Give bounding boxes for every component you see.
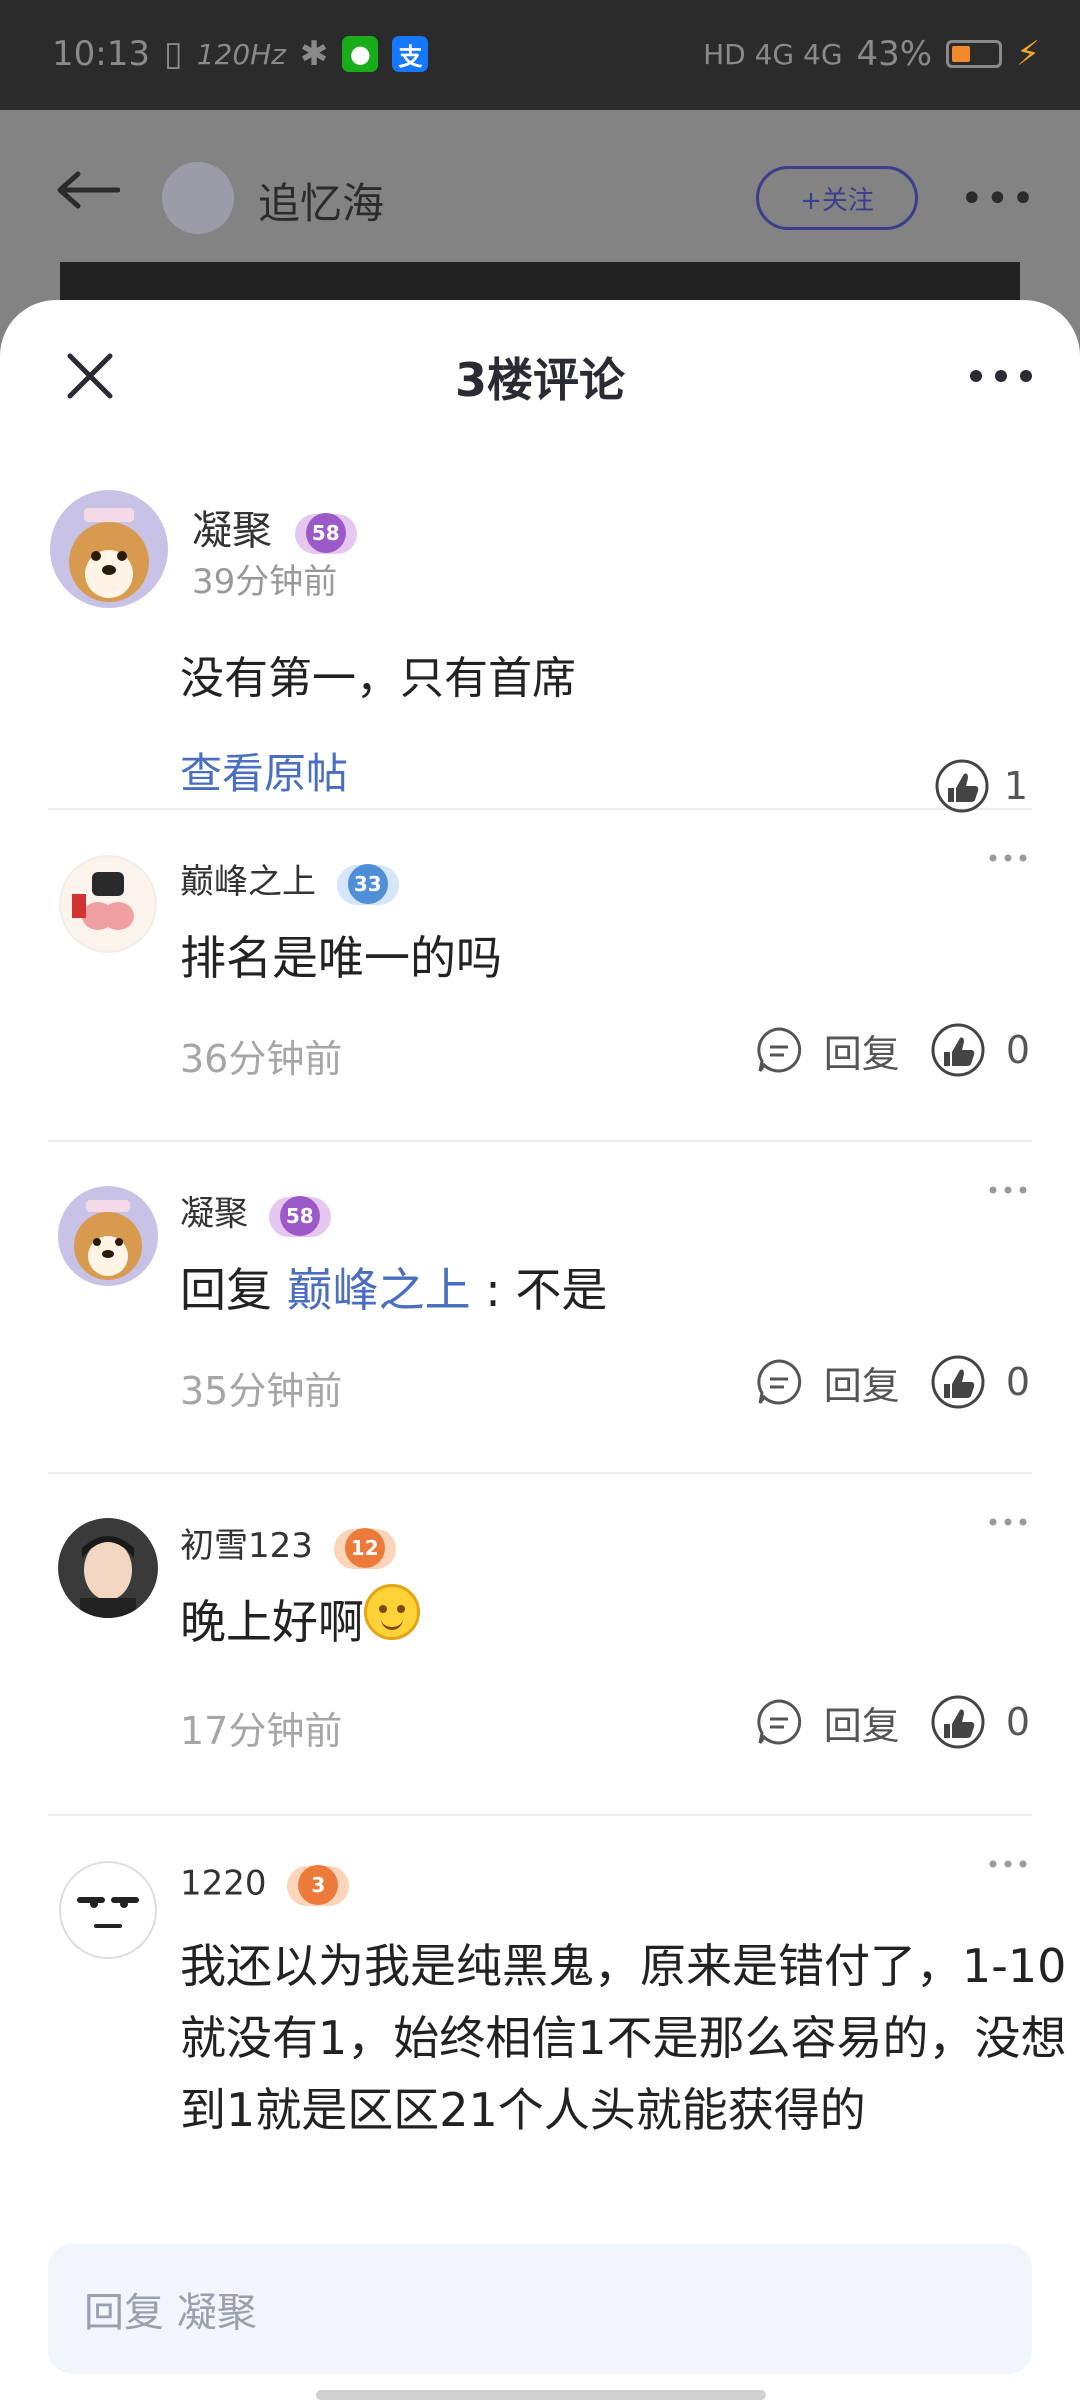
author-avatar[interactable] bbox=[162, 162, 234, 234]
sheet-title: 3楼评论 bbox=[454, 353, 625, 407]
comments-sheet: 3楼评论 凝聚 58 39分钟前 没有第一，只有首席 查看原帖 1 巅峰之上 3… bbox=[0, 300, 1080, 2400]
avatar[interactable] bbox=[58, 1186, 158, 1286]
comment-icon bbox=[757, 1699, 801, 1745]
home-indicator bbox=[316, 2390, 766, 2400]
follow-button[interactable]: +关注 bbox=[756, 166, 918, 230]
comment-text: 没有第一，只有首席 bbox=[180, 653, 576, 704]
reply-time: 17分钟前 bbox=[180, 1709, 343, 1753]
alipay-icon: 支 bbox=[392, 36, 429, 72]
battery-icon bbox=[946, 40, 1003, 68]
refresh-rate: 120Hz bbox=[196, 37, 286, 71]
reply-item: 1220 3 我还以为我是纯黑鬼，原来是错付了，1-10就没有1，始终相信1不是… bbox=[48, 1816, 1067, 2236]
charging-icon: ⚡ bbox=[1016, 34, 1040, 74]
reply-item: 初雪123 12 晚上好啊 17分钟前 回复 0 bbox=[48, 1474, 1032, 1816]
reply-text: 排名是唯一的吗 bbox=[180, 931, 502, 985]
more-icon[interactable]: ••• bbox=[960, 176, 1037, 222]
avatar[interactable] bbox=[58, 1860, 158, 1960]
reply-button[interactable]: 回复 bbox=[754, 1023, 900, 1078]
reply-time: 36分钟前 bbox=[180, 1037, 343, 1081]
smile-emoji-icon bbox=[364, 1583, 420, 1640]
level-badge: 58 bbox=[268, 1191, 331, 1241]
level-badge: 58 bbox=[294, 508, 357, 558]
bluetooth-icon: ✱ bbox=[299, 34, 329, 74]
level-badge: 3 bbox=[287, 1860, 350, 1910]
like-count: 0 bbox=[1005, 1700, 1030, 1744]
level-badge: 12 bbox=[333, 1523, 396, 1573]
like-count: 0 bbox=[1005, 1360, 1030, 1404]
level-badge: 33 bbox=[336, 859, 399, 909]
reply-text: 回复 巅峰之上 : 不是 bbox=[180, 1263, 608, 1317]
reply-input[interactable]: 回复 凝聚 bbox=[48, 2244, 1032, 2374]
like-button[interactable]: 0 bbox=[930, 1694, 1030, 1750]
reply-time: 35分钟前 bbox=[180, 1369, 343, 1413]
mention-link[interactable]: 巅峰之上 bbox=[287, 1263, 471, 1317]
like-count: 1 bbox=[1003, 764, 1028, 808]
comment-icon bbox=[757, 1027, 801, 1073]
thumbs-up-icon bbox=[931, 1695, 985, 1749]
network-indicator: HD 4G 4G bbox=[703, 37, 843, 71]
thumbs-up-icon bbox=[931, 1355, 985, 1409]
wechat-icon: ● bbox=[342, 36, 379, 72]
reply-author[interactable]: 巅峰之上 33 bbox=[180, 854, 399, 909]
more-icon[interactable] bbox=[966, 356, 1036, 396]
battery-percent: 43% bbox=[856, 34, 933, 74]
reply-item: 巅峰之上 33 排名是唯一的吗 36分钟前 回复 0 bbox=[48, 810, 1032, 1142]
reply-author[interactable]: 初雪123 12 bbox=[180, 1518, 396, 1573]
reply-text: 晚上好啊 bbox=[180, 1583, 1080, 1656]
more-icon[interactable] bbox=[988, 1180, 1028, 1200]
avatar[interactable] bbox=[58, 1518, 158, 1618]
back-arrow-icon[interactable] bbox=[56, 170, 120, 210]
reply-button[interactable]: 回复 bbox=[754, 1355, 900, 1410]
comment-author[interactable]: 凝聚 58 bbox=[192, 498, 357, 558]
avatar[interactable] bbox=[58, 854, 158, 954]
author-name[interactable]: 追忆海 bbox=[258, 170, 384, 231]
floor-comment: 凝聚 58 39分钟前 没有第一，只有首席 查看原帖 1 bbox=[48, 450, 1032, 813]
reply-author[interactable]: 1220 3 bbox=[180, 1860, 350, 1910]
avatar[interactable] bbox=[50, 490, 168, 608]
thumbs-up-icon bbox=[931, 1023, 985, 1077]
reply-item: 凝聚 58 回复 巅峰之上 : 不是 35分钟前 回复 0 bbox=[48, 1142, 1032, 1474]
like-button[interactable]: 0 bbox=[930, 1022, 1030, 1078]
thumbs-up-icon bbox=[935, 759, 989, 813]
like-count: 0 bbox=[1005, 1028, 1030, 1072]
like-button[interactable]: 0 bbox=[930, 1354, 1030, 1410]
like-button[interactable]: 1 bbox=[934, 758, 1028, 814]
view-original-link[interactable]: 查看原帖 bbox=[180, 740, 348, 801]
more-icon[interactable] bbox=[988, 1854, 1028, 1874]
more-icon[interactable] bbox=[988, 1512, 1028, 1532]
status-time: 10:13 bbox=[52, 34, 150, 74]
reply-button[interactable]: 回复 bbox=[754, 1695, 900, 1750]
more-icon[interactable] bbox=[988, 848, 1028, 868]
comment-time: 39分钟前 bbox=[192, 562, 338, 602]
status-bar: 10:13 ▯ 120Hz ✱ ● 支 HD 4G 4G 43% ⚡ bbox=[0, 0, 1080, 110]
sheet-header: 3楼评论 bbox=[0, 300, 1080, 450]
reply-text: 我还以为我是纯黑鬼，原来是错付了，1-10就没有1，始终相信1不是那么容易的，没… bbox=[180, 1939, 1067, 2137]
vibrate-icon: ▯ bbox=[163, 34, 183, 74]
reply-author[interactable]: 凝聚 58 bbox=[180, 1186, 331, 1241]
comment-icon bbox=[757, 1359, 801, 1405]
